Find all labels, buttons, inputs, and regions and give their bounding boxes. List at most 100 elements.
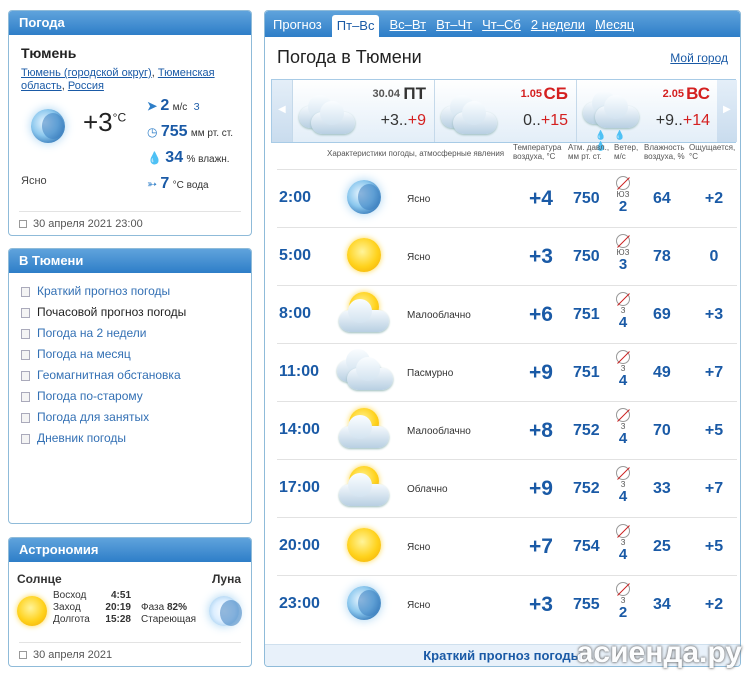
- menu-item-hourly[interactable]: Почасовой прогноз погоды: [9, 302, 251, 323]
- row-humidity: 78: [653, 248, 671, 265]
- sunset-time: 20:19: [105, 602, 131, 613]
- day-card-sun[interactable]: 💧💧💧 2.05 ВС +9..+14: [576, 80, 718, 151]
- humidity-unit: % влажн.: [186, 154, 230, 165]
- menu-item-geomagnetic[interactable]: Геомагнитная обстановка: [9, 365, 251, 386]
- tab-tue-thu[interactable]: Вт–Чт: [436, 13, 472, 37]
- day-temp-hi: +14: [682, 112, 710, 129]
- wind-direction-icon: [616, 582, 630, 596]
- wind-direction-icon: [616, 176, 630, 190]
- row-pressure: 750: [573, 248, 600, 265]
- day-card-fri[interactable]: 30.04 ПТ +3..+9: [292, 80, 434, 142]
- day-strip: ◀ 30.04 ПТ +3..+9 1.05 СБ 0..+15 💧💧💧 2.0…: [271, 79, 737, 151]
- sun-times: Восход 4:51 Заход 20:19 Долгота 15:28: [53, 590, 131, 626]
- table-row: 20:00 Ясно +7 754 З 4 25 +5: [277, 517, 737, 575]
- row-feels-like: +5: [704, 422, 724, 439]
- my-city-link[interactable]: Мой город: [670, 51, 728, 65]
- row-time: 23:00: [279, 595, 320, 612]
- row-condition: Облачно: [407, 484, 448, 495]
- row-time: 20:00: [279, 537, 320, 554]
- row-temp: +8: [529, 419, 553, 442]
- wind-direction-icon: [616, 466, 630, 480]
- day-temp-range: 0..+15: [523, 112, 568, 130]
- menu-item-month[interactable]: Погода на месяц: [9, 344, 251, 365]
- sunrise-label: Восход: [53, 590, 87, 601]
- wind-line: ➤ 2 м/с З: [147, 97, 200, 115]
- day-date: 30.04: [372, 88, 400, 100]
- day-temp-hi: +9: [407, 112, 426, 129]
- menu-item-busy[interactable]: Погода для занятых: [9, 407, 251, 428]
- menu-item-diary[interactable]: Дневник погоды: [9, 428, 251, 449]
- sun-cloud-icon: [337, 408, 393, 452]
- row-wind-speed: 4: [618, 430, 628, 447]
- sun-label: Солнце: [17, 572, 62, 586]
- row-humidity: 64: [653, 190, 671, 207]
- row-feels-like: +2: [704, 596, 724, 613]
- menu-item-old-style[interactable]: Погода по-старому: [9, 386, 251, 407]
- row-wind-speed: 4: [618, 314, 628, 331]
- row-condition: Малооблачно: [407, 310, 471, 321]
- menu-item-2weeks[interactable]: Погода на 2 недели: [9, 323, 251, 344]
- moon-label: Луна: [211, 572, 241, 586]
- tab-fri-sun[interactable]: Пт–Вс: [331, 15, 380, 37]
- update-date-text: 30 апреля 2021 23:00: [33, 218, 143, 230]
- sun-cloud-icon: [337, 292, 393, 336]
- day-temp-range: +3..+9: [381, 112, 426, 130]
- row-feels-like: +7: [704, 364, 724, 381]
- astronomy-title: Астрономия: [9, 538, 251, 562]
- row-condition: Ясно: [407, 194, 431, 205]
- sun-icon: [337, 524, 393, 568]
- day-date: 1.05: [520, 88, 542, 100]
- pressure-line: ◷ 755 мм рт. ст.: [147, 123, 233, 141]
- table-row: 14:00 Малооблачно +8 752 З 4 70 +5: [277, 401, 737, 459]
- prev-arrow[interactable]: ◀: [272, 80, 292, 142]
- row-condition: Ясно: [407, 542, 431, 553]
- sun-icon: [17, 596, 47, 626]
- humidity-line: 💧 34 % влажн.: [147, 149, 230, 167]
- panel-title: Погода: [9, 11, 251, 35]
- link-district[interactable]: Тюмень (городской округ): [21, 67, 152, 79]
- day-date: 2.05: [662, 88, 684, 100]
- row-pressure: 752: [573, 422, 600, 439]
- menu-item-short[interactable]: Краткий прогноз погоды: [9, 281, 251, 302]
- col-header-hum: Влажность воздуха, %: [644, 143, 685, 161]
- row-wind-speed: 4: [618, 488, 628, 505]
- tab-month[interactable]: Месяц: [595, 13, 634, 37]
- row-temp: +7: [529, 535, 553, 558]
- daylength-time: 15:28: [105, 614, 131, 625]
- day-temp-hi: +15: [540, 112, 568, 129]
- row-wind: З2: [615, 582, 631, 626]
- moon-phase: Фаза 82% Стареющая: [141, 602, 196, 626]
- row-time: 11:00: [279, 363, 320, 380]
- row-wind-speed: 4: [618, 372, 628, 389]
- tab-sun-tue[interactable]: Вс–Вт: [389, 13, 426, 37]
- menu-title: В Тюмени: [9, 249, 251, 273]
- wind-direction-icon: [616, 350, 630, 364]
- clouds-icon: [439, 94, 497, 134]
- wind-dir: З: [193, 102, 200, 113]
- humidity-value: 34: [165, 149, 184, 166]
- row-wind: ЮЗ 3: [615, 234, 631, 278]
- next-arrow[interactable]: ▶: [717, 80, 737, 142]
- link-country[interactable]: Россия: [68, 80, 104, 92]
- row-wind-speed: 3: [618, 256, 628, 273]
- row-temp: +4: [529, 187, 553, 210]
- day-card-sat[interactable]: 1.05 СБ 0..+15: [434, 80, 576, 142]
- wind-direction-icon: [616, 408, 630, 422]
- table-row: 17:00 Облачно +9 752 З 4 33 +7: [277, 459, 737, 517]
- astro-date-text: 30 апреля 2021: [33, 649, 113, 661]
- wind-direction-icon: [616, 234, 630, 248]
- row-temp: +9: [529, 477, 553, 500]
- row-wind-speed: 4: [618, 546, 628, 563]
- row-time: 17:00: [279, 479, 320, 496]
- row-feels-like: 0: [709, 248, 719, 265]
- clouds-icon: [297, 94, 355, 134]
- tab-2-weeks[interactable]: 2 недели: [531, 13, 585, 37]
- row-temp: +9: [529, 361, 553, 384]
- row-wind-speed: 2: [618, 604, 628, 621]
- phase-label: Фаза: [141, 602, 165, 613]
- row-time: 8:00: [279, 305, 312, 322]
- tab-thu-sat[interactable]: Чт–Сб: [482, 13, 521, 37]
- sunset-label: Заход: [53, 602, 81, 613]
- current-weather-panel: Погода Тюмень Тюмень (городской округ), …: [8, 10, 252, 236]
- update-date: 30 апреля 2021 23:00: [19, 211, 241, 230]
